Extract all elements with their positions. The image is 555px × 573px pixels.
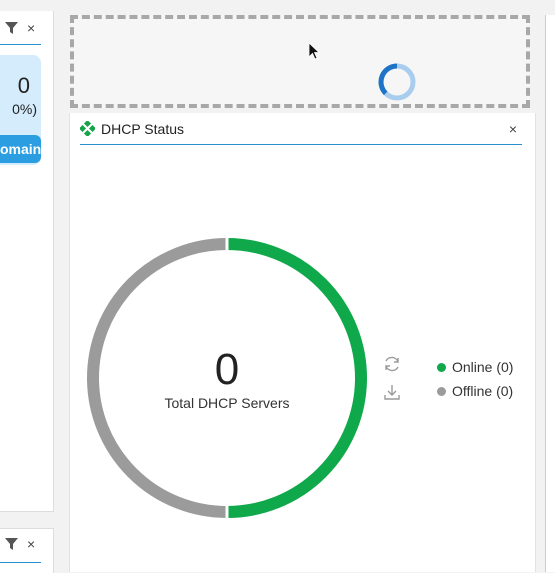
legend-dot-offline — [437, 386, 446, 396]
legend-item-online[interactable]: Online (0) — [437, 359, 513, 375]
widget-title: DHCP Status — [101, 121, 184, 137]
left-panel-2: × — [0, 528, 54, 573]
left-panel-header: × — [0, 11, 41, 45]
stat-percent: 0%) — [12, 101, 37, 117]
download-icon[interactable] — [383, 383, 401, 401]
dhcp-status-widget: DHCP Status × 0 Total DHCP Servers Onlin… — [69, 113, 536, 572]
legend-dot-online — [437, 362, 446, 372]
dhcp-diamond-icon — [80, 121, 95, 136]
refresh-icon[interactable] — [383, 355, 401, 373]
legend-label-offline: Offline (0) — [452, 383, 514, 399]
total-servers-label: Total DHCP Servers — [164, 395, 290, 411]
right-panel-edge — [545, 15, 555, 572]
widget-drop-zone[interactable] — [70, 15, 530, 108]
legend-item-offline[interactable]: Offline (0) — [437, 383, 513, 399]
legend-label-online: Online (0) — [452, 359, 514, 375]
mouse-cursor-icon — [309, 43, 321, 60]
left-panel: × 0 0%) omain — [0, 11, 54, 512]
loading-spinner-icon — [378, 63, 416, 101]
left-panel-2-close-button[interactable]: × — [27, 537, 35, 551]
filter-icon[interactable] — [5, 538, 18, 550]
domain-button[interactable]: omain — [0, 135, 41, 163]
widget-header: DHCP Status × — [80, 113, 522, 145]
filter-icon[interactable] — [5, 22, 18, 34]
stat-value: 0 — [17, 73, 30, 98]
total-servers-value: 0 — [214, 345, 240, 394]
stat-card: 0 0%) omain — [0, 55, 41, 165]
left-panel-close-button[interactable]: × — [27, 21, 35, 35]
widget-close-button[interactable]: × — [509, 121, 517, 137]
left-panel-2-header: × — [0, 529, 41, 563]
